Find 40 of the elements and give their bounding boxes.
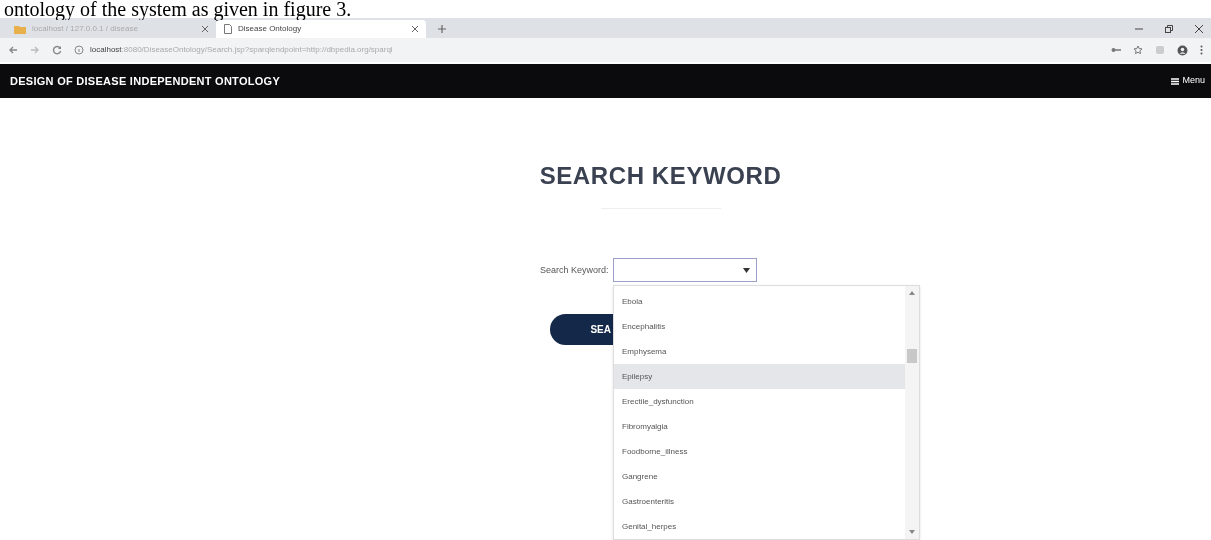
menu-icon: [1171, 77, 1180, 85]
dropdown-option[interactable]: Ebola: [614, 289, 905, 314]
folder-icon: [14, 24, 26, 34]
forward-icon[interactable]: [30, 45, 40, 55]
site-title: DESIGN OF DISEASE INDEPENDENT ONTOLOGY: [10, 73, 280, 89]
account-icon[interactable]: [1177, 44, 1188, 56]
search-button[interactable]: SEA: [550, 314, 613, 345]
dropdown-option[interactable]: Gangrene: [614, 464, 905, 489]
restore-icon[interactable]: [1165, 25, 1173, 33]
scroll-up-icon[interactable]: [909, 291, 915, 295]
new-tab-icon[interactable]: [438, 25, 446, 33]
menu-button[interactable]: Menu: [1171, 74, 1205, 88]
url-field[interactable]: localhost:8080/DiseaseOntology/Search.jsp?sparqlendpoint=http://dbpedia.org/sparql: [90, 44, 393, 56]
scroll-down-icon[interactable]: [909, 530, 915, 534]
field-label: Search Keyword:: [540, 264, 609, 277]
dropdown-option[interactable]: Genital_herpes: [614, 514, 905, 539]
tab-title: Disease Ontology: [238, 23, 303, 35]
reload-icon[interactable]: [52, 45, 62, 55]
scrollbar[interactable]: [905, 286, 919, 539]
dropdown-option[interactable]: Emphysema: [614, 339, 905, 364]
dropdown-option[interactable]: Gastroenteritis: [614, 489, 905, 514]
dropdown-option[interactable]: Epilepsy: [614, 364, 905, 389]
info-icon[interactable]: [74, 45, 84, 55]
dropdown-option[interactable]: Encephalitis: [614, 314, 905, 339]
caret-icon: [743, 267, 750, 273]
close-icon[interactable]: [202, 26, 208, 32]
key-icon[interactable]: [1111, 46, 1121, 54]
page-icon: [224, 24, 232, 34]
scroll-thumb[interactable]: [907, 349, 917, 363]
close-icon[interactable]: [412, 26, 418, 32]
close-icon[interactable]: [1195, 25, 1203, 33]
dropdown-option[interactable]: Fibromyalgia: [614, 414, 905, 439]
dropdown-option[interactable]: Erectile_dysfunction: [614, 389, 905, 414]
dropdown-option[interactable]: Foodborne_illness: [614, 439, 905, 464]
keyword-select[interactable]: [613, 258, 757, 282]
more-icon[interactable]: [1200, 45, 1203, 55]
star-icon[interactable]: [1133, 45, 1143, 55]
browser-tab[interactable]: Disease Ontology: [216, 20, 426, 38]
back-icon[interactable]: [8, 45, 18, 55]
page-heading: SEARCH KEYWORD: [539, 161, 782, 191]
